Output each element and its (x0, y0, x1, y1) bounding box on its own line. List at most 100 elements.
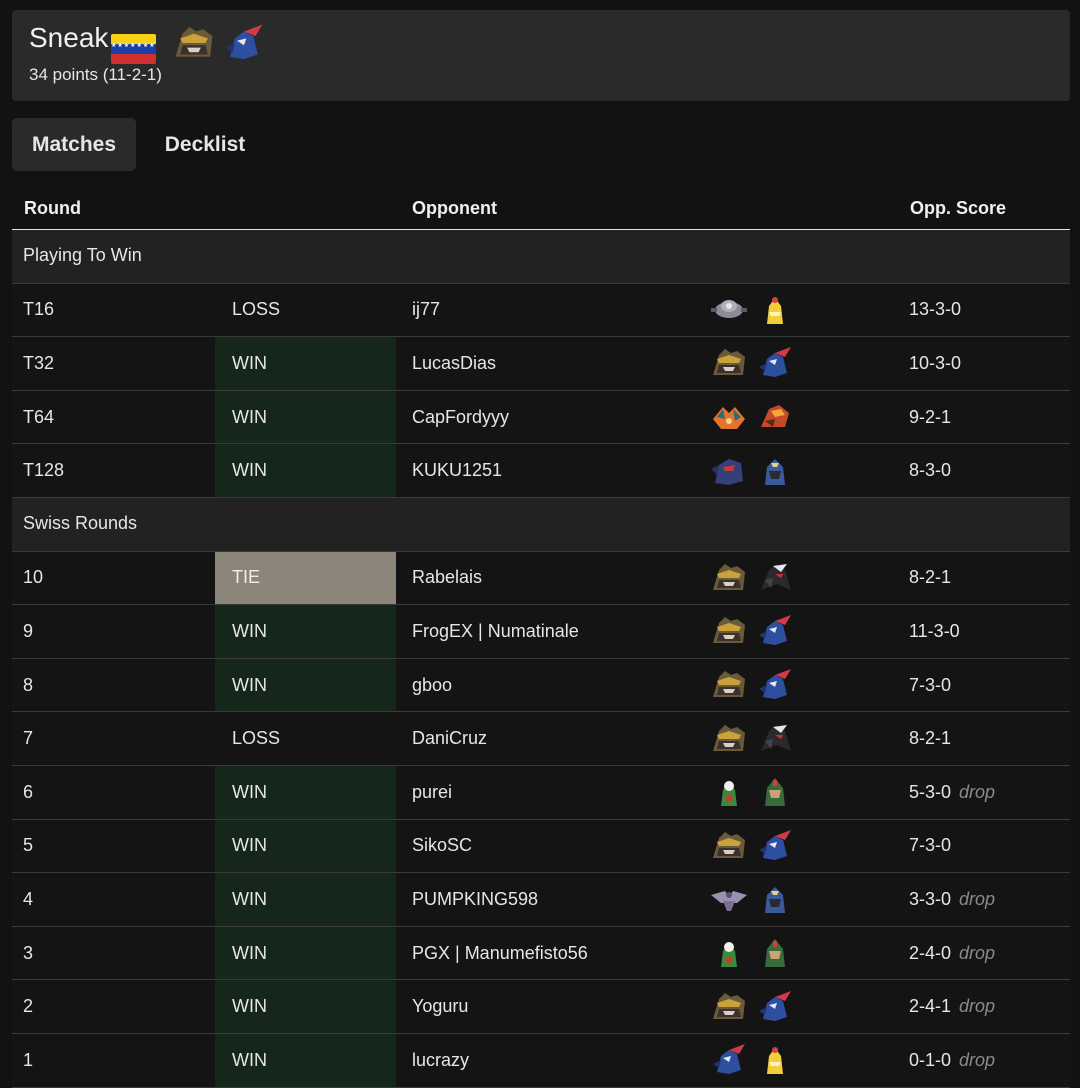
tab-matches[interactable]: Matches (12, 118, 136, 171)
opp-score-value: 13-3-0 (909, 299, 962, 320)
deck-cell[interactable] (709, 820, 795, 873)
player-deck-icons (171, 20, 267, 70)
match-row: 9 WIN FrogEX | Numatinale 11-3-0 (12, 605, 1070, 659)
player-name: Sneak (29, 22, 109, 53)
deck-cell[interactable] (709, 552, 795, 605)
opponent-link[interactable]: CapFordyyy (412, 391, 509, 444)
opp-score-value: 10-3-0 (909, 352, 962, 373)
table-header: Round Opponent Opp. Score (12, 188, 1070, 231)
opp-score-value: 8-2-1 (909, 728, 952, 749)
result-cell: LOSS (232, 728, 281, 749)
round-cell: 3 (23, 942, 34, 963)
darkrai-icon (761, 563, 791, 590)
opponent-link[interactable]: LucasDias (412, 337, 496, 390)
giratina-icon (713, 349, 745, 376)
opp-score-value: 0-1-0 (909, 1049, 952, 1070)
drop-label: drop (959, 888, 996, 909)
opp-score-cell: 7-3-0 (909, 820, 959, 873)
opp-score-cell: 10-3-0 (909, 337, 969, 390)
round-cell: 10 (23, 567, 44, 588)
lucario-icon (765, 887, 785, 914)
opponent-link[interactable]: lucrazy (412, 1034, 469, 1087)
deck-cell[interactable] (709, 766, 795, 819)
deck-cell[interactable] (709, 980, 795, 1033)
result-cell: WIN (215, 819, 396, 873)
opponent-link[interactable]: gboo (412, 659, 452, 712)
opponent-link[interactable]: PUMPKING598 (412, 873, 538, 926)
matches-table: Playing To Win T16 LOSS ij77 13-3-0 T32 WIN Luc… (12, 230, 1070, 1088)
giratina-icon (713, 563, 745, 590)
drop-label: drop (959, 942, 996, 963)
match-row: T16 LOSS ij77 13-3-0 (12, 283, 1070, 338)
ampharos-icon (767, 296, 783, 324)
opponent-link[interactable]: KUKU1251 (412, 444, 502, 497)
match-row: T128 WIN KUKU1251 8-3-0 (12, 444, 1070, 498)
opp-score-value: 3-3-0 (909, 888, 952, 909)
greninja-icon (759, 615, 791, 646)
garchomp-icon (711, 458, 743, 485)
round-cell: 4 (23, 888, 34, 909)
section-label: Swiss Rounds (23, 512, 138, 533)
ampharos-icon (767, 1047, 783, 1075)
giratina-icon (713, 831, 745, 858)
decidueye-icon (765, 778, 785, 807)
opp-score-value: 9-2-1 (909, 406, 952, 427)
deck-cell[interactable] (709, 659, 795, 712)
greninja-icon (225, 24, 263, 60)
deck-cell[interactable] (709, 927, 795, 980)
opponent-link[interactable]: PGX | Manumefisto56 (412, 927, 588, 980)
deck-cell[interactable] (709, 444, 795, 497)
opp-score-cell: 8-3-0 (909, 444, 959, 497)
match-row: 2 WIN Yoguru 2-4-1 drop (12, 980, 1070, 1034)
deck-cell[interactable] (709, 1034, 795, 1087)
opp-score-value: 5-3-0 (909, 781, 952, 802)
opp-score-value: 8-3-0 (909, 460, 952, 481)
result-cell: WIN (215, 605, 396, 658)
opp-score-value: 7-3-0 (909, 835, 952, 856)
opp-score-cell: 3-3-0 drop (909, 873, 995, 926)
opp-score-cell: 2-4-1 drop (909, 980, 995, 1033)
match-row: T64 WIN CapFordyyy 9-2-1 (12, 390, 1070, 445)
result-cell: WIN (215, 873, 396, 926)
opp-score-value: 8-2-1 (909, 567, 952, 588)
giratina-icon (713, 671, 745, 698)
opponent-link[interactable]: Yoguru (412, 980, 468, 1033)
deck-cell[interactable] (709, 873, 795, 926)
round-cell: 7 (23, 728, 34, 749)
giratina-icon (713, 992, 745, 1019)
giratina-icon (713, 617, 745, 644)
section-header: Playing To Win (12, 230, 1070, 284)
round-cell: 1 (23, 1049, 34, 1070)
magnezone-icon (711, 299, 747, 318)
opp-score-value: 2-4-1 (909, 996, 952, 1017)
deck-cell[interactable] (709, 712, 795, 765)
deck-cell[interactable] (709, 391, 795, 444)
aerodactyl-icon (711, 891, 747, 912)
grass-starter-icon (721, 781, 737, 807)
result-cell: WIN (215, 926, 396, 980)
round-cell: 5 (23, 835, 34, 856)
result-cell: WIN (215, 337, 396, 390)
tab-decklist[interactable]: Decklist (150, 118, 260, 171)
opponent-link[interactable]: FrogEX | Numatinale (412, 605, 579, 658)
deck-cell[interactable] (709, 605, 795, 658)
opponent-link[interactable]: purei (412, 766, 452, 819)
opp-score-cell: 0-1-0 drop (909, 1034, 995, 1087)
giratina-icon (175, 26, 213, 57)
deck-cell[interactable] (709, 337, 795, 390)
opp-score-cell: 11-3-0 (909, 605, 968, 658)
venezuela-flag-icon: ★★★★★★★★ (111, 34, 156, 64)
greninja-icon (759, 669, 791, 700)
opp-score-cell: 8-2-1 (909, 712, 959, 765)
match-row: T32 WIN LucasDias 10-3-0 (12, 337, 1070, 391)
opponent-link[interactable]: SikoSC (412, 820, 472, 873)
opponent-link[interactable]: Rabelais (412, 552, 482, 605)
column-opp-score: Opp. Score (910, 198, 1007, 218)
opponent-link[interactable]: DaniCruz (412, 712, 487, 765)
decidueye-icon (765, 939, 785, 968)
result-cell: LOSS (232, 299, 281, 320)
opp-score-cell: 5-3-0 drop (909, 766, 995, 819)
opp-score-cell: 7-3-0 (909, 659, 959, 712)
deck-cell[interactable] (709, 284, 795, 337)
opponent-link[interactable]: ij77 (412, 284, 440, 337)
